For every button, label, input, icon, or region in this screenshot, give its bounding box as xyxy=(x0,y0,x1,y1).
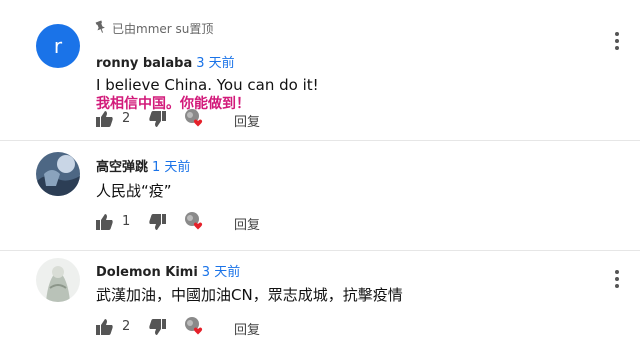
more-vert-icon[interactable] xyxy=(614,32,620,54)
creator-heart-icon[interactable] xyxy=(184,108,204,130)
comment-actions: 2 回复 xyxy=(96,316,296,338)
comment-thread: 高空弹跳 1 天前 人民战“疫” 1 回复 xyxy=(0,140,640,250)
comment-author[interactable]: Dolemon Kimi 3 天前 xyxy=(96,261,240,280)
comment-text-line: 人民战“疫” xyxy=(96,182,172,200)
like-count: 2 xyxy=(122,111,131,126)
author-name[interactable]: ronny balaba xyxy=(96,56,192,71)
thumb-up-icon[interactable] xyxy=(96,213,114,231)
reply-button[interactable]: 回复 xyxy=(234,214,260,233)
reply-button[interactable]: 回复 xyxy=(234,319,260,338)
reply-button[interactable]: 回复 xyxy=(234,111,260,130)
thumb-down-icon[interactable] xyxy=(148,318,166,336)
avatar[interactable] xyxy=(36,258,80,302)
comment-actions: 1 回复 xyxy=(96,211,296,233)
comment-text-line: 武漢加油，中國加油CN，眾志成城，抗擊疫情 xyxy=(96,286,403,304)
avatar[interactable] xyxy=(36,152,80,196)
thumb-down-icon[interactable] xyxy=(148,110,166,128)
like-count: 1 xyxy=(122,214,131,229)
more-vert-icon[interactable] xyxy=(614,270,620,292)
comment-thread: 已由mmer su置顶 r ronny balaba 3 天前 I believe… xyxy=(0,0,640,140)
pin-icon xyxy=(94,20,109,38)
avatar-image xyxy=(36,258,80,302)
thumb-up-icon[interactable] xyxy=(96,318,114,336)
thumb-down-icon[interactable] xyxy=(148,213,166,231)
creator-heart-icon[interactable] xyxy=(184,211,204,233)
comment-text-line: I believe China. You can do it! xyxy=(96,76,319,94)
avatar[interactable]: r xyxy=(36,24,80,68)
comment-thread: Dolemon Kimi 3 天前 武漢加油，中國加油CN，眾志成城，抗擊疫情 2… xyxy=(0,250,640,357)
comment-time[interactable]: 3 天前 xyxy=(202,265,240,280)
avatar-letter: r xyxy=(53,34,63,58)
pinned-label: 已由mmer su置顶 xyxy=(112,22,214,36)
comment-time[interactable]: 1 天前 xyxy=(152,160,190,175)
pinned-indicator: 已由mmer su置顶 xyxy=(94,20,214,38)
thumb-up-icon[interactable] xyxy=(96,110,114,128)
author-name[interactable]: 高空弹跳 xyxy=(96,160,148,175)
comment-actions: 2 回复 xyxy=(96,108,296,130)
like-count: 2 xyxy=(122,319,131,334)
comment-time[interactable]: 3 天前 xyxy=(196,56,234,71)
creator-heart-icon[interactable] xyxy=(184,316,204,338)
author-name[interactable]: Dolemon Kimi xyxy=(96,265,198,280)
avatar-image xyxy=(36,152,80,196)
comment-author[interactable]: 高空弹跳 1 天前 xyxy=(96,156,190,175)
comment-author[interactable]: ronny balaba 3 天前 xyxy=(96,52,235,71)
